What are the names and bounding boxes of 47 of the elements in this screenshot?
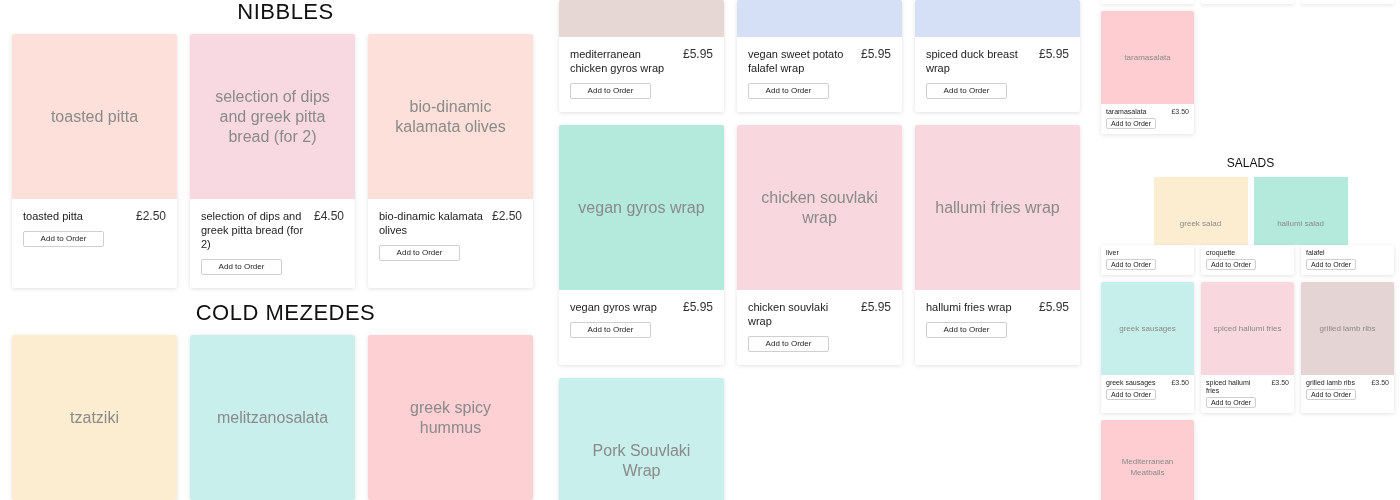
add-to-order-button[interactable]: Add to Order [201,259,282,275]
item-price: £5.95 [1038,47,1069,63]
section-heading: NIBBLES [237,0,334,24]
item-name: mediterranean chicken gyros wrap [570,47,666,75]
section-heading: COLD MEZEDES [195,301,376,325]
item-name: bio-dinamic kalamata olives [379,209,484,237]
placeholder-label: chicken souvlaki wrap [760,187,879,228]
placeholder-label: hallumi salad [1277,218,1324,229]
item-price: £5.95 [682,300,713,314]
item-name: vegan gyros wrap [570,300,657,314]
item-name: hallumi fries wrap [926,300,1012,314]
placeholder-label: grilled lamb ribs [1319,323,1376,334]
item-price: £5.95 [1038,300,1069,314]
add-to-order-button[interactable]: Add to Order [23,231,104,247]
placeholder-label: tzatziki [70,407,119,428]
item-price: £5.95 [682,47,713,63]
item-price: £2.50 [491,209,522,225]
placeholder-label: greek salad [1179,218,1222,229]
add-to-order-button[interactable]: Add to Order [926,322,1007,338]
placeholder-label: Pork Souvlaki Wrap [591,440,692,481]
placeholder-label: hallumi fries wrap [935,197,1060,218]
add-to-order-button[interactable]: Add to Order [748,83,829,99]
placeholder-label: bio-dinamic kalamata olives [394,96,507,137]
placeholder-label: spiced hallumi fries [1213,323,1282,334]
add-to-order-button[interactable]: Add to Order [748,336,829,352]
add-to-order-button[interactable]: Add to Order [570,322,651,338]
item-name: selection of dips and greek pitta bread (for 2) [201,209,305,251]
add-to-order-button[interactable]: Add to Order [926,83,1007,99]
section-heading: SALADS [1226,156,1275,170]
add-to-order-button[interactable]: Add to Order [379,245,460,261]
placeholder-label: toasted pitta [50,106,139,127]
item-price: £2.50 [135,209,166,223]
placeholder-label: taramasalata [1124,52,1171,63]
item-price: £4.50 [313,209,344,225]
placeholder-label: greek sausages [1119,323,1176,334]
add-to-order-button[interactable]: Add to Order [570,83,651,99]
item-price: £5.95 [860,300,891,316]
item-name: vegan sweet potato falafel wrap [748,47,845,75]
placeholder-label: Mediterranean Meatballs [1120,455,1175,478]
placeholder-label: vegan gyros wrap [578,197,705,218]
placeholder-label: selection of dips and greek pitta bread (for 2) [214,86,331,147]
item-price: £5.95 [860,47,891,63]
item-name: toasted pitta [23,209,83,223]
item-name: spiced duck breast wrap [926,47,1019,75]
placeholder-label: greek spicy hummus [409,397,492,438]
item-name: chicken souvlaki wrap [748,300,830,328]
placeholder-label: melitzanosalata [216,407,329,428]
